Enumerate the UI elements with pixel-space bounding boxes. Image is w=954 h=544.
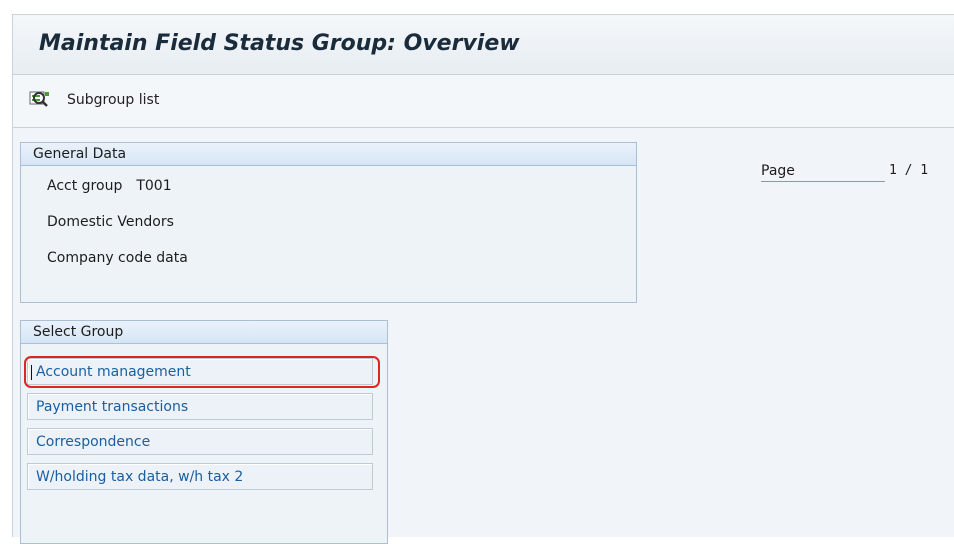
application-toolbar: Subgroup list <box>13 75 954 128</box>
acct-group-label: Acct group <box>47 178 123 194</box>
subgroup-list-button[interactable]: Subgroup list <box>29 85 159 115</box>
acct-group-line: Acct group T001 <box>47 178 172 194</box>
general-data-groupbox: General Data Acct group T001 Domestic Ven… <box>20 142 637 303</box>
title-bar: Maintain Field Status Group: Overview <box>13 15 954 75</box>
account-group-description: Domestic Vendors <box>47 214 174 230</box>
page-value: 1 / 1 <box>889 163 929 178</box>
sap-screen: Maintain Field Status Group: Overview Su… <box>12 14 954 544</box>
acct-group-value: T001 <box>136 178 172 194</box>
subgroup-list-label: Subgroup list <box>67 92 160 108</box>
data-section-name: Company code data <box>47 250 188 266</box>
general-data-header: General Data <box>21 143 636 166</box>
group-button-withholding-tax[interactable]: W/holding tax data, w/h tax 2 <box>27 463 373 490</box>
group-button-payment-transactions[interactable]: Payment transactions <box>27 393 373 420</box>
main-content: General Data Acct group T001 Domestic Ven… <box>13 128 954 544</box>
page-label: Page <box>761 163 885 182</box>
page-title: Maintain Field Status Group: Overview <box>39 31 520 56</box>
group-button-correspondence[interactable]: Correspondence <box>27 428 373 455</box>
group-button-account-management[interactable]: Account management <box>27 358 373 385</box>
page-indicator: Page 1 / 1 <box>761 163 951 187</box>
subgroup-list-icon <box>29 89 51 111</box>
select-group-groupbox: Select Group Account management Payment … <box>20 320 388 544</box>
select-group-header: Select Group <box>21 321 387 344</box>
